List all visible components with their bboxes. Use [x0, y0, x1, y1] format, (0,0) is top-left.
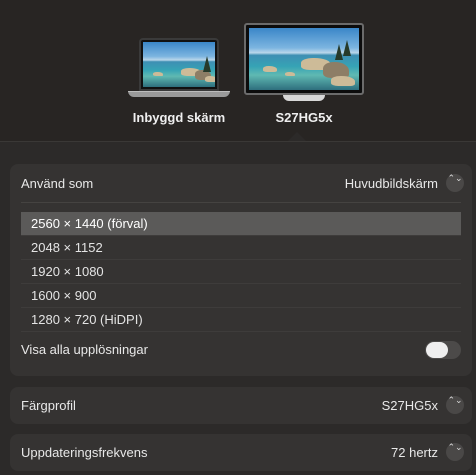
use-as-value[interactable]: Huvudbildskärm	[345, 176, 438, 191]
refresh-rate-popup-icon[interactable]: ⌃⌄	[446, 443, 464, 461]
resolution-option-2048x1152[interactable]: 2048 × 1152	[21, 236, 461, 260]
builtin-display-label[interactable]: Inbyggd skärm	[118, 110, 240, 125]
resolution-option-1920x1080[interactable]: 1920 × 1080	[21, 260, 461, 284]
resolution-option-1600x900[interactable]: 1600 × 900	[21, 284, 461, 308]
use-as-label: Använd som	[21, 176, 94, 191]
laptop-icon	[139, 38, 219, 91]
monitor-icon	[244, 23, 364, 95]
color-profile-row: Färgprofil S27HG5x ⌃⌄	[10, 387, 472, 424]
refresh-rate-row: Uppdateringsfrekvens 72 hertz ⌃⌄	[10, 434, 472, 471]
refresh-rate-value[interactable]: 72 hertz	[391, 445, 438, 460]
wallpaper-image	[143, 42, 215, 87]
resolution-option-1280x720[interactable]: 1280 × 720 (HiDPI)	[21, 308, 461, 332]
toggle-knob	[426, 342, 448, 358]
use-as-popup-icon[interactable]: ⌃⌄	[446, 174, 464, 192]
divider	[21, 202, 461, 203]
external-display-label[interactable]: S27HG5x	[244, 110, 364, 125]
display-settings-panel: Använd som Huvudbildskärm ⌃⌄ 2560 × 1440…	[0, 141, 476, 475]
wallpaper-image	[249, 28, 359, 90]
show-all-resolutions-toggle[interactable]	[425, 341, 461, 359]
resolution-group: Använd som Huvudbildskärm ⌃⌄ 2560 × 1440…	[10, 164, 472, 376]
resolution-list: 2560 × 1440 (förval) 2048 × 1152 1920 × …	[21, 212, 461, 332]
color-profile-label: Färgprofil	[21, 398, 76, 413]
refresh-rate-label: Uppdateringsfrekvens	[21, 445, 148, 460]
color-profile-value[interactable]: S27HG5x	[382, 398, 438, 413]
color-profile-popup-icon[interactable]: ⌃⌄	[446, 396, 464, 414]
show-all-resolutions-label: Visa alla upplösningar	[21, 342, 148, 357]
builtin-display-thumbnail[interactable]	[128, 38, 230, 97]
resolution-option-2560x1440[interactable]: 2560 × 1440 (förval)	[21, 212, 461, 236]
display-arrangement: Inbyggd skärm S27HG5x	[0, 0, 476, 142]
external-display-thumbnail[interactable]	[244, 23, 364, 101]
